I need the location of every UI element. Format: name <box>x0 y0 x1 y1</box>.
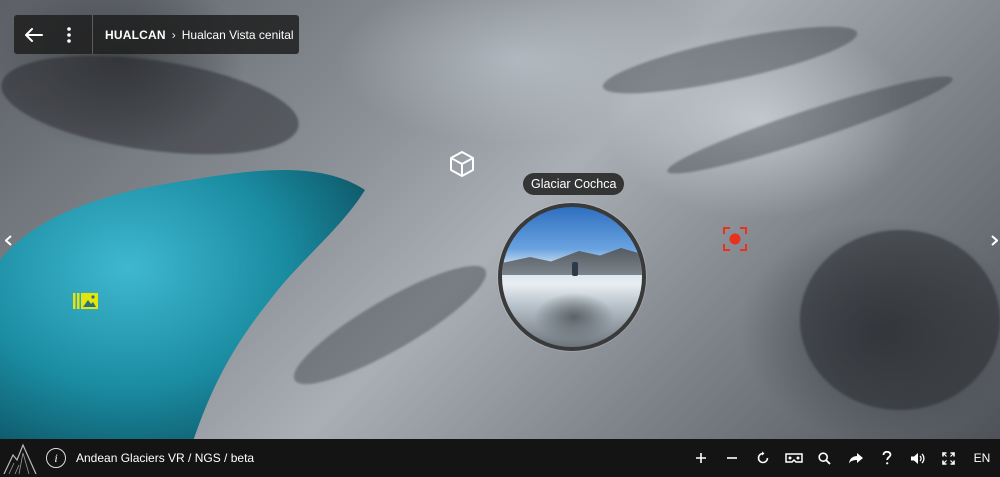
share-button[interactable] <box>840 439 871 477</box>
share-arrow-icon <box>848 453 863 464</box>
chevron-left-icon <box>4 234 12 246</box>
info-button[interactable]: i <box>46 448 66 468</box>
sound-button[interactable] <box>902 439 933 477</box>
menu-button[interactable] <box>54 15 84 54</box>
minus-icon <box>726 457 737 459</box>
search-button[interactable] <box>809 439 840 477</box>
bottom-toolbar: i Andean Glaciers VR / NGS / beta EN <box>0 439 1000 477</box>
breadcrumb-bar: HUALCAN › Hualcan Vista cenital <box>14 15 299 54</box>
mountain-logo-icon <box>0 439 40 477</box>
chevron-right-icon <box>990 234 998 246</box>
arrow-left-icon <box>25 27 43 42</box>
speaker-icon <box>911 452 925 464</box>
previous-scene-arrow[interactable] <box>2 231 14 249</box>
search-icon <box>818 451 831 465</box>
portal-tooltip: Glaciar Cochca <box>523 173 625 195</box>
vr-mode-button[interactable] <box>778 439 809 477</box>
tour-title: Andean Glaciers VR / NGS / beta <box>76 451 255 465</box>
breadcrumb-current: Hualcan Vista cenital <box>181 27 294 42</box>
vertical-dots-icon <box>67 26 71 43</box>
rotate-icon <box>757 451 768 464</box>
rock-shadow <box>800 230 1000 410</box>
fullscreen-button[interactable] <box>933 439 964 477</box>
point-of-interest-hotspot[interactable] <box>722 226 748 252</box>
scene-portal-hotspot[interactable] <box>498 203 646 351</box>
language-selector[interactable]: EN <box>964 439 1000 477</box>
portal-preview-person <box>572 262 578 276</box>
3d-model-hotspot[interactable] <box>449 150 475 178</box>
fullscreen-icon <box>942 451 955 465</box>
photo-gallery-icon <box>73 293 98 309</box>
panorama-viewer[interactable]: HUALCAN › Hualcan Vista cenital Glaciar … <box>0 0 1000 477</box>
target-icon <box>723 227 747 251</box>
viewer-controls: EN <box>685 439 1000 477</box>
gallery-hotspot[interactable] <box>73 292 99 310</box>
vr-headset-icon <box>784 453 803 463</box>
zoom-in-button[interactable] <box>685 439 716 477</box>
question-icon <box>882 451 891 465</box>
cube-icon <box>450 151 474 177</box>
back-button[interactable] <box>14 15 54 54</box>
breadcrumb-separator: › <box>171 27 176 42</box>
help-button[interactable] <box>871 439 902 477</box>
glacier-lake <box>0 150 380 450</box>
plus-icon <box>695 453 706 463</box>
autorotate-button[interactable] <box>747 439 778 477</box>
next-scene-arrow[interactable] <box>988 231 1000 249</box>
divider <box>92 15 93 54</box>
crevasse-shadow <box>598 13 862 107</box>
breadcrumb-root[interactable]: HUALCAN <box>105 28 166 42</box>
zoom-out-button[interactable] <box>716 439 747 477</box>
